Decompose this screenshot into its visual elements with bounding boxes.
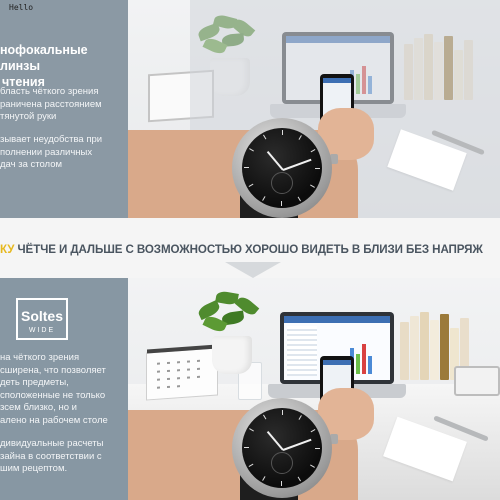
headline-highlight: КУ <box>0 243 15 256</box>
top-title: нофокальные линзы чтения <box>0 43 88 89</box>
headline-text: КУ ЧЁТЧЕ И ДАЛЬШЕ С ВОЗМОЖНОСТЬЮ ХОРОШО … <box>0 243 500 256</box>
down-arrow-icon <box>225 262 281 278</box>
soltes-logo: Soltes WIDE <box>16 298 68 340</box>
top-watch-icon <box>232 118 332 218</box>
bottom-paragraph-2: дивидуальные расчеты зайна в соответстви… <box>0 438 104 474</box>
bottom-sidebar: Soltes WIDE на чёткого зрения сширена, ч… <box>0 278 128 500</box>
top-paragraph-1: бласть чёткого зрения раничена расстояни… <box>0 86 102 122</box>
bottom-paragraph-1: на чёткого зрения сширена, что позволяет… <box>0 352 108 426</box>
headline-rest: ЧЁТЧЕ И ДАЛЬШЕ С ВОЗМОЖНОСТЬЮ ХОРОШО ВИД… <box>14 243 483 256</box>
tablet <box>454 366 500 396</box>
logo-name: Soltes <box>20 308 63 324</box>
top-photo-panel: нофокальные линзы чтения бласть чёткого … <box>0 0 500 218</box>
logo-sub: WIDE <box>28 327 56 334</box>
top-paragraph-2: зывает неудобства при полнении различных… <box>0 134 103 170</box>
bottom-plant-pot <box>212 336 252 374</box>
top-sidebar: нофокальные линзы чтения бласть чёткого … <box>0 0 128 218</box>
caption-label: Hello <box>9 3 34 12</box>
bottom-photo-panel: Soltes WIDE на чёткого зрения сширена, ч… <box>0 278 500 500</box>
bottom-watch-icon <box>232 398 332 498</box>
calendar <box>146 344 218 401</box>
